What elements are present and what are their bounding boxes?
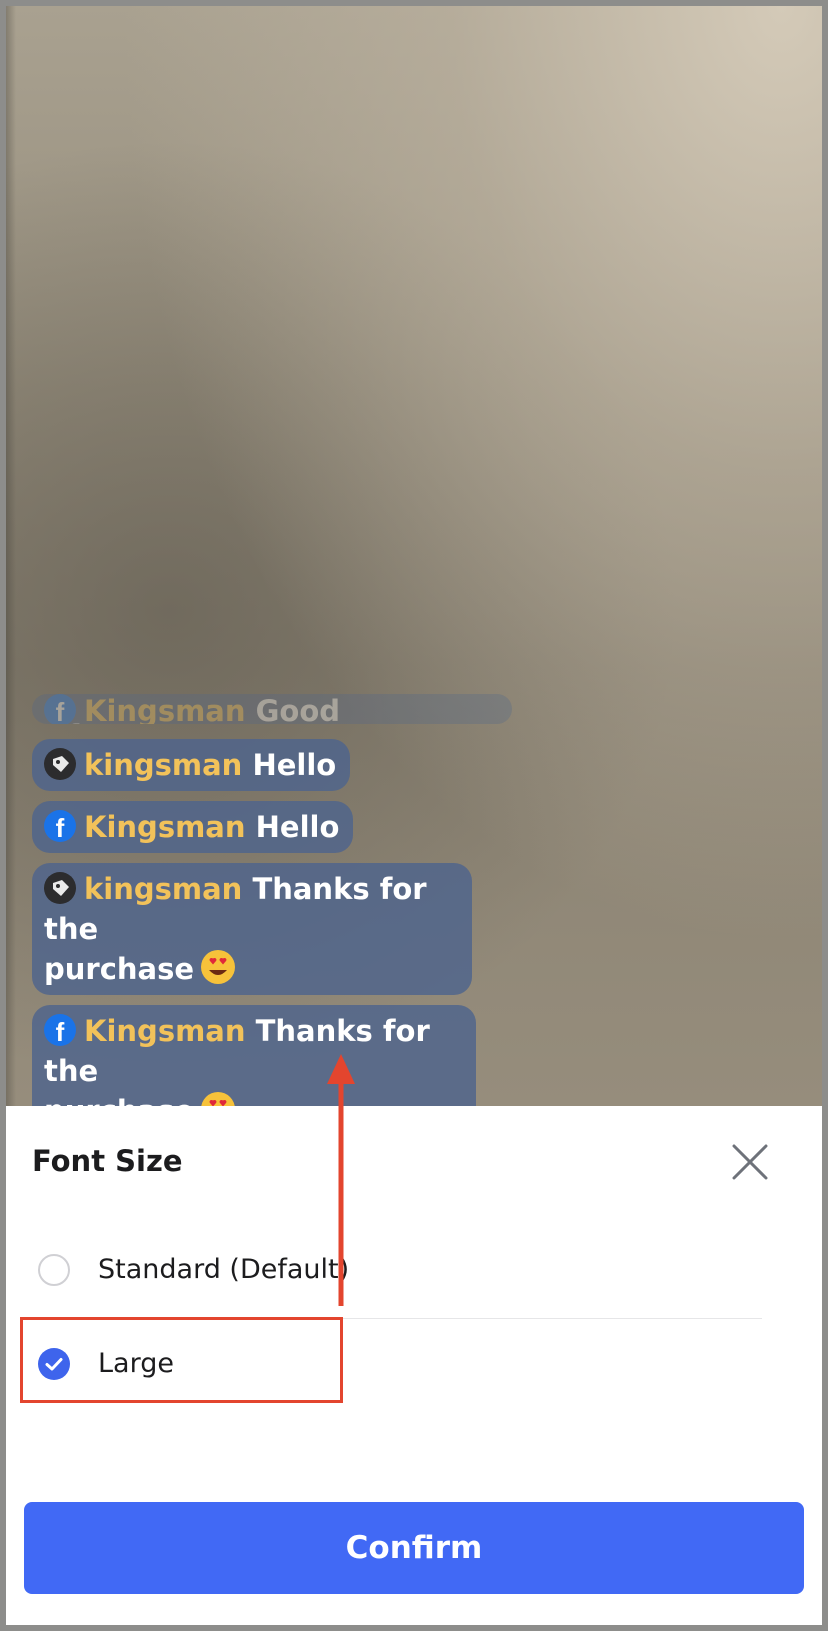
close-button[interactable] — [728, 1140, 772, 1184]
annotation-highlight-box — [20, 1317, 343, 1403]
chat-username: Kingsman — [84, 810, 246, 844]
chat-username: Kingsman — [84, 1014, 246, 1048]
chat-message: kingsman Thanks for the purchase — [32, 863, 472, 995]
facebook-icon: f — [44, 694, 76, 724]
chat-text-continued: purchase — [44, 952, 195, 986]
facebook-icon: f — [44, 1014, 76, 1047]
chat-message: kingsman Hello — [32, 739, 351, 791]
chat-text: Hello — [252, 748, 337, 782]
chat-text: Hello — [255, 810, 340, 844]
chat-message: f Kingsman Hello — [32, 801, 354, 853]
shop-tag-icon — [44, 872, 76, 904]
close-icon — [732, 1144, 768, 1180]
screen: fKingsman Good Afternoon kingsman Hello … — [0, 0, 828, 1631]
option-label: Standard (Default) — [98, 1254, 350, 1285]
confirm-button[interactable]: Confirm — [24, 1502, 804, 1594]
chat-username: kingsman — [84, 748, 243, 782]
option-standard[interactable]: Standard (Default) — [32, 1226, 762, 1318]
radio-unchecked-icon[interactable] — [38, 1254, 70, 1286]
sheet-title: Font Size — [32, 1144, 183, 1178]
facebook-icon: f — [44, 810, 76, 843]
chat-username: kingsman — [84, 872, 243, 906]
shop-tag-icon — [44, 748, 76, 780]
heart-eyes-emoji — [201, 950, 236, 984]
chat-message: fKingsman Good Afternoon — [32, 694, 512, 724]
chat-overlay: fKingsman Good Afternoon kingsman Hello … — [32, 694, 512, 1147]
annotation-arrow-icon — [327, 1054, 355, 1306]
